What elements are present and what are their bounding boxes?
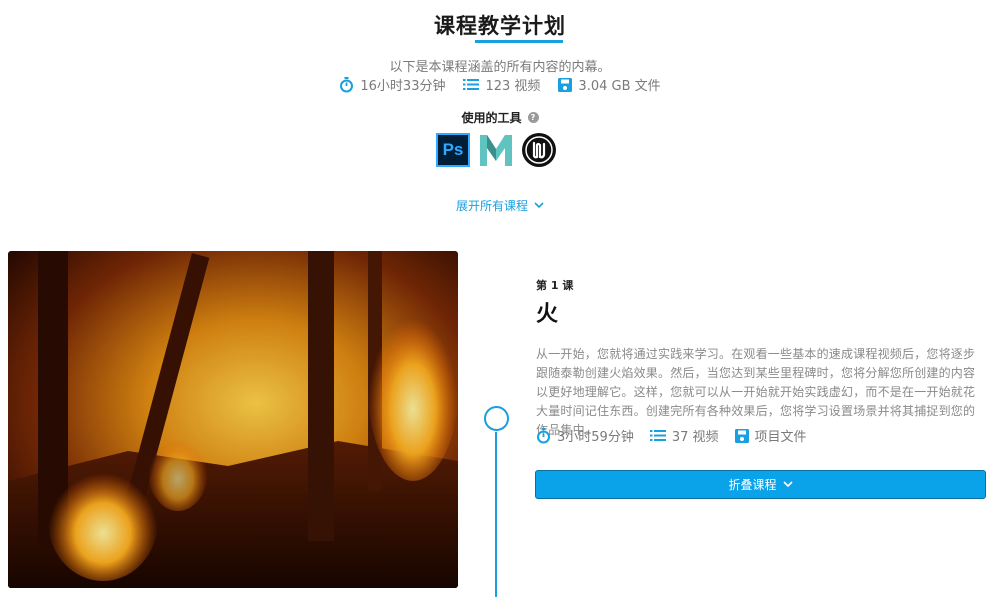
course-files-text: 3.04 GB 文件 <box>578 79 661 94</box>
list-icon <box>463 79 480 90</box>
chevron-down-icon <box>534 202 544 209</box>
lesson-files: 项目文件 <box>734 426 807 445</box>
collapse-lesson-label: 折叠课程 <box>728 478 777 492</box>
lesson-thumbnail[interactable] <box>8 251 458 588</box>
lesson-duration-text: 3小时59分钟 <box>557 430 634 445</box>
timeline-line <box>495 432 497 597</box>
unreal-engine-icon[interactable] <box>522 133 556 167</box>
list-icon <box>649 430 666 441</box>
save-disk-icon <box>558 77 573 92</box>
collapse-lesson-button[interactable]: 折叠课程 <box>535 470 986 499</box>
course-videos-text: 123 视频 <box>485 79 541 94</box>
stopwatch-icon <box>537 427 550 443</box>
page-title: 课程教学计划 <box>434 14 566 38</box>
save-disk-icon <box>734 428 749 443</box>
tools-label: 使用的工具 <box>461 111 522 125</box>
page-subtitle: 以下是本课程涵盖的所有内容的内幕。 <box>389 60 611 75</box>
lesson-title: 火 <box>536 302 559 327</box>
lesson-duration: 3小时59分钟 <box>536 426 634 445</box>
expand-all-lessons-link[interactable]: 展开所有课程 <box>0 197 1000 214</box>
course-stats: 16小时33分钟 123 视频 3.04 GB 文件 <box>0 75 1000 94</box>
maya-icon[interactable] <box>479 133 513 167</box>
lesson-files-text: 项目文件 <box>754 430 807 445</box>
chevron-down-icon <box>782 481 793 488</box>
help-icon[interactable]: ? <box>527 112 539 123</box>
expand-all-label: 展开所有课程 <box>455 199 528 213</box>
lesson-videos: 37 视频 <box>649 426 719 445</box>
course-duration-text: 16小时33分钟 <box>360 79 446 94</box>
title-underline <box>475 40 563 43</box>
lesson-number: 第 1 课 <box>536 279 574 292</box>
course-duration: 16小时33分钟 <box>339 75 445 94</box>
tools-used: 使用的工具 ? <box>0 109 1000 126</box>
lesson-stats: 3小时59分钟 37 视频 项目文件 <box>536 426 807 445</box>
course-videos: 123 视频 <box>463 75 540 94</box>
tools-list: Ps <box>436 133 556 167</box>
timeline-marker <box>484 406 509 431</box>
photoshop-icon[interactable]: Ps <box>436 133 470 167</box>
course-files: 3.04 GB 文件 <box>558 75 661 94</box>
lesson-videos-text: 37 视频 <box>671 430 719 445</box>
stopwatch-icon <box>340 76 354 92</box>
